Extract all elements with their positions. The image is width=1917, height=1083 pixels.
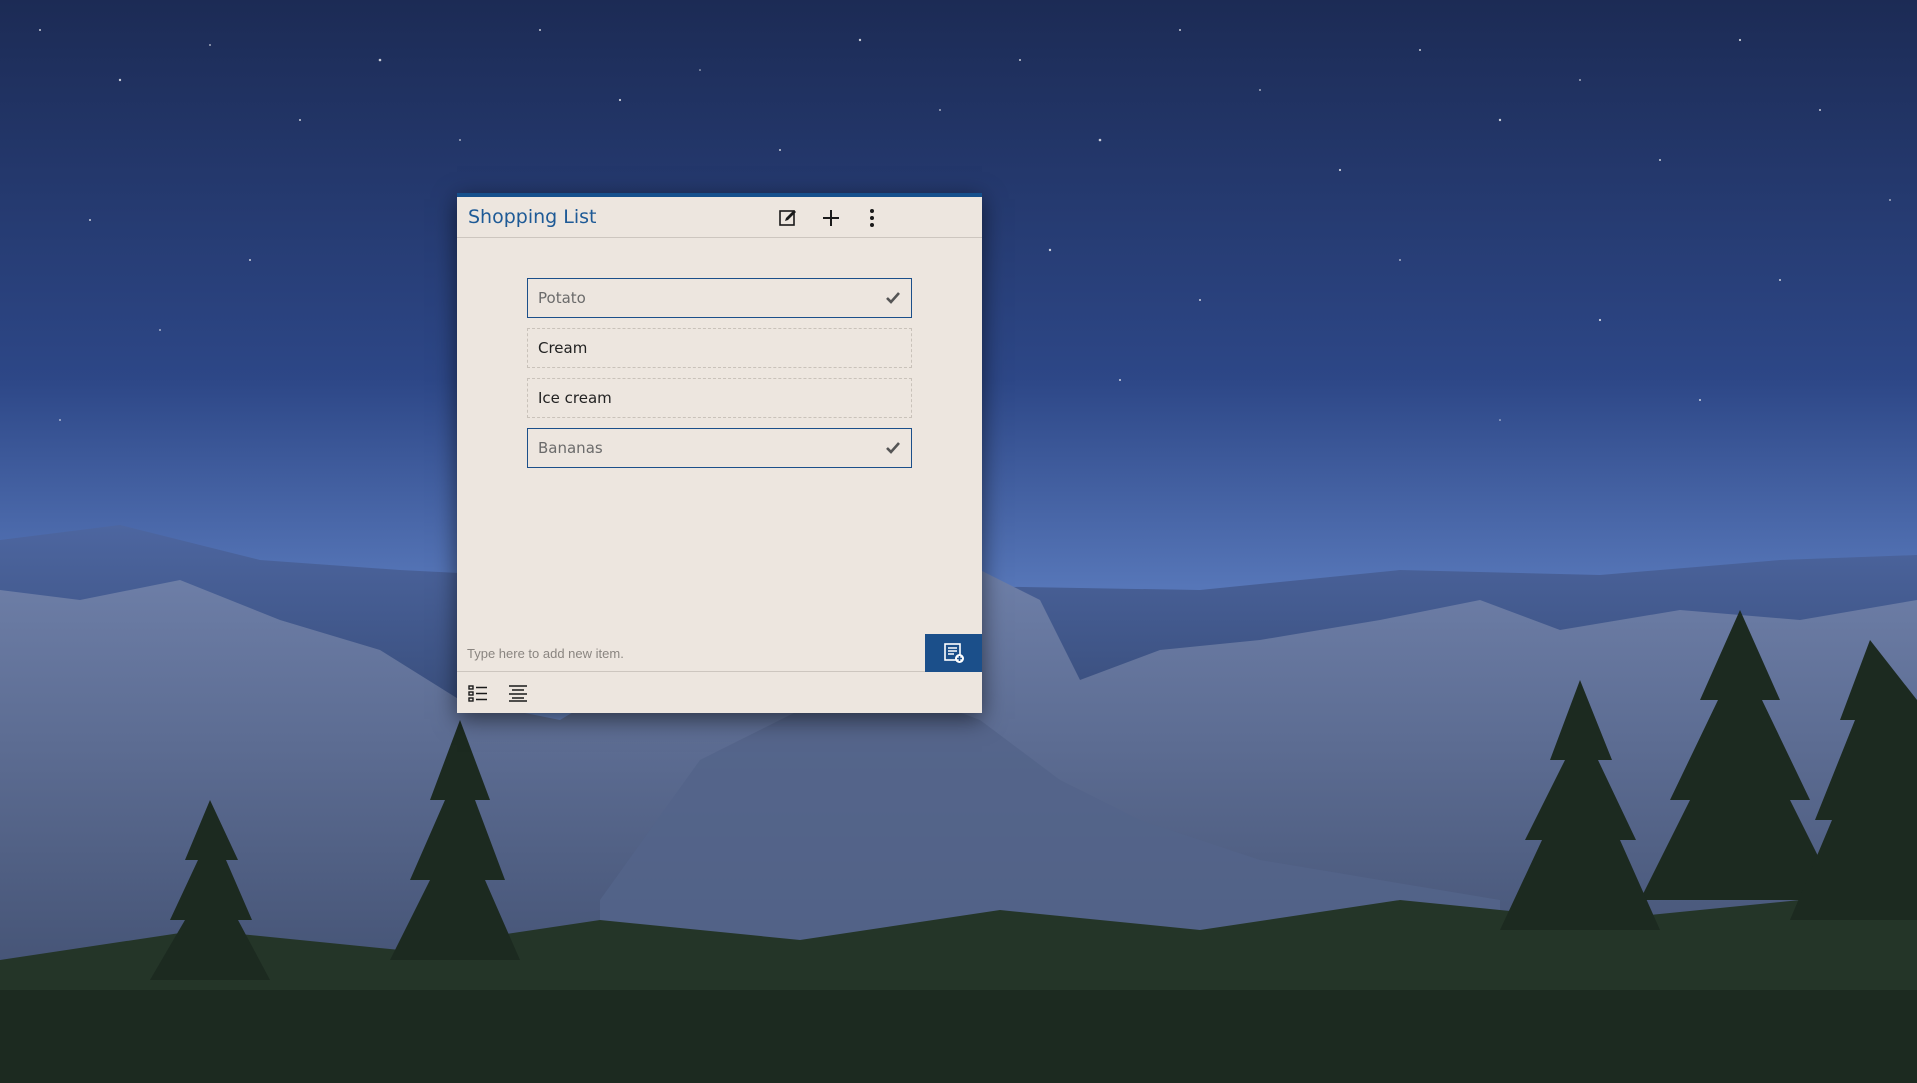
kebab-menu-icon xyxy=(870,209,874,227)
list-item[interactable]: Ice cream xyxy=(527,378,912,418)
new-item-input[interactable] xyxy=(457,634,925,672)
list-item[interactable]: Bananas xyxy=(527,428,912,468)
item-label: Bananas xyxy=(538,439,603,457)
window-titlebar[interactable]: Shopping List xyxy=(457,197,982,238)
list-view-button[interactable] xyxy=(465,681,491,705)
text-view-icon xyxy=(509,685,527,702)
list-item[interactable]: Potato xyxy=(527,278,912,318)
add-item-button[interactable] xyxy=(925,634,982,672)
more-menu-button[interactable] xyxy=(857,203,887,233)
add-to-list-icon xyxy=(943,643,964,663)
edit-button[interactable] xyxy=(773,203,803,233)
window-footer xyxy=(457,673,982,713)
plus-icon xyxy=(823,210,839,226)
text-view-button[interactable] xyxy=(505,681,531,705)
checkmark-icon xyxy=(886,292,900,304)
item-label: Potato xyxy=(538,289,586,307)
window-title: Shopping List xyxy=(468,206,597,228)
edit-icon xyxy=(779,210,796,226)
new-item-row xyxy=(457,634,982,672)
item-label: Ice cream xyxy=(538,389,612,407)
item-label: Cream xyxy=(538,339,588,357)
list-view-icon xyxy=(468,685,487,702)
add-button[interactable] xyxy=(816,203,846,233)
shopping-list-window: Shopping List Potato Cream Ice cream Ban… xyxy=(457,193,982,713)
list-item[interactable]: Cream xyxy=(527,328,912,368)
shopping-items-list: Potato Cream Ice cream Bananas xyxy=(527,278,912,478)
checkmark-icon xyxy=(886,442,900,454)
